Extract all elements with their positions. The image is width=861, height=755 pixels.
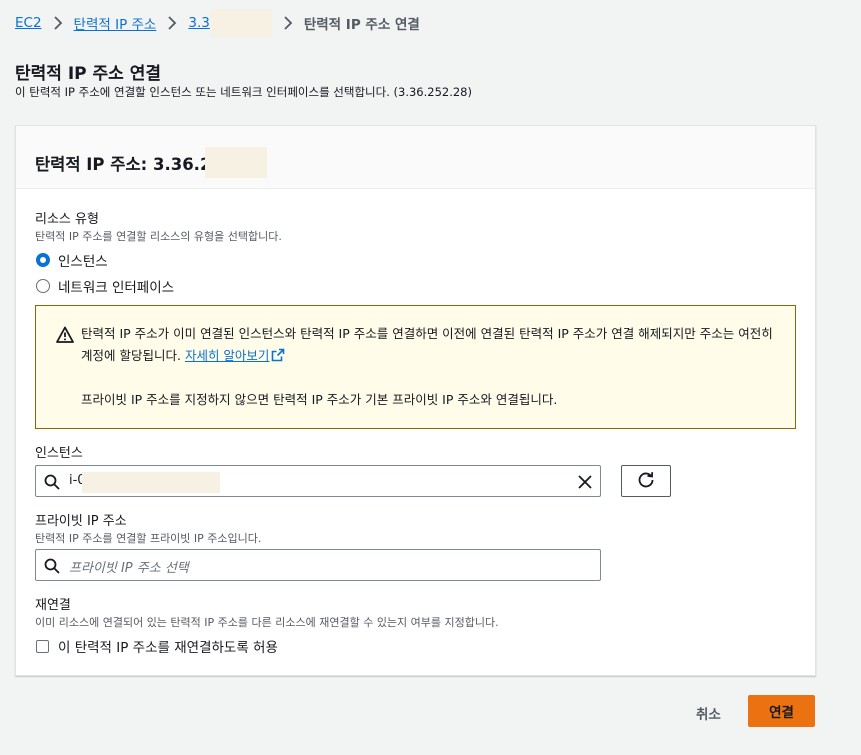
breadcrumb-current: 탄력적 IP 주소 연결	[303, 17, 420, 33]
page-description: 이 탄력적 IP 주소에 연결할 인스턴스 또는 네트워크 인터페이스를 선택합…	[15, 85, 472, 99]
radio-instance[interactable]: 인스턴스	[36, 250, 108, 270]
cancel-button[interactable]: 취소	[690, 701, 727, 725]
page-title: 탄력적 IP 주소 연결	[15, 64, 162, 84]
radio-button[interactable]	[36, 279, 50, 293]
instance-search-input[interactable]: i-0	[35, 465, 601, 497]
clear-icon[interactable]	[576, 473, 594, 491]
private-ip-description: 탄력적 IP 주소를 연결할 프라이빗 IP 주소입니다.	[35, 532, 262, 545]
search-icon	[44, 474, 60, 490]
chevron-right-icon	[48, 13, 68, 33]
breadcrumb: EC2 탄력적 IP 주소 3.3 탄력적 IP 주소 연결	[15, 9, 420, 37]
reassociation-description: 이미 리소스에 연결되어 있는 탄력적 IP 주소를 다른 리소스에 재연결할 …	[35, 616, 499, 629]
panel-title: 탄력적 IP 주소: 3.36.2	[35, 147, 268, 178]
breadcrumb-ip-address[interactable]: 3.3	[188, 15, 209, 31]
redaction	[209, 9, 272, 37]
breadcrumb-ec2[interactable]: EC2	[15, 15, 42, 31]
radio-network-interface-label: 네트워크 인터페이스	[58, 280, 175, 296]
warning-alert: 탄력적 IP 주소가 이미 연결된 인스턴스와 탄력적 IP 주소를 연결하면 …	[35, 305, 796, 429]
private-ip-label: 프라이빗 IP 주소	[35, 514, 127, 529]
resource-type-label: 리소스 유형	[35, 212, 99, 227]
radio-network-interface[interactable]: 네트워크 인터페이스	[36, 276, 174, 296]
search-icon	[44, 558, 60, 574]
refresh-icon	[637, 471, 655, 492]
alert-message: 탄력적 IP 주소가 이미 연결된 인스턴스와 탄력적 IP 주소를 연결하면 …	[81, 326, 773, 363]
private-ip-placeholder: 프라이빗 IP 주소 선택	[69, 561, 189, 576]
reassociation-label: 재연결	[35, 598, 71, 613]
warning-icon	[56, 326, 74, 344]
external-link-icon	[269, 348, 285, 363]
allow-reassociation-label: 이 탄력적 IP 주소를 재연결하도록 허용	[58, 640, 278, 656]
redaction	[205, 147, 268, 178]
resource-type-description: 탄력적 IP 주소를 연결할 리소스의 유형을 선택합니다.	[35, 230, 282, 243]
refresh-button[interactable]	[621, 465, 671, 497]
associate-panel: 탄력적 IP 주소: 3.36.2 리소스 유형 탄력적 IP 주소를 연결할 …	[15, 125, 816, 676]
allow-reassociation-checkbox[interactable]: 이 탄력적 IP 주소를 재연결하도록 허용	[36, 636, 278, 656]
panel-header: 탄력적 IP 주소: 3.36.2	[16, 126, 815, 189]
connect-button[interactable]: 연결	[748, 695, 815, 727]
redaction	[82, 472, 220, 493]
chevron-right-icon	[278, 13, 298, 33]
instance-label: 인스턴스	[35, 446, 83, 461]
learn-more-link[interactable]: 자세히 알아보기	[185, 348, 285, 363]
checkbox[interactable]	[36, 639, 49, 653]
radio-button[interactable]	[36, 253, 50, 267]
breadcrumb-elastic-ips[interactable]: 탄력적 IP 주소	[74, 13, 157, 33]
chevron-right-icon	[162, 13, 182, 33]
private-ip-select[interactable]: 프라이빗 IP 주소 선택	[35, 549, 601, 581]
radio-instance-label: 인스턴스	[58, 254, 108, 270]
alert-message-secondary: 프라이빗 IP 주소를 지정하지 않으면 탄력적 IP 주소가 기본 프라이빗 …	[81, 392, 558, 407]
